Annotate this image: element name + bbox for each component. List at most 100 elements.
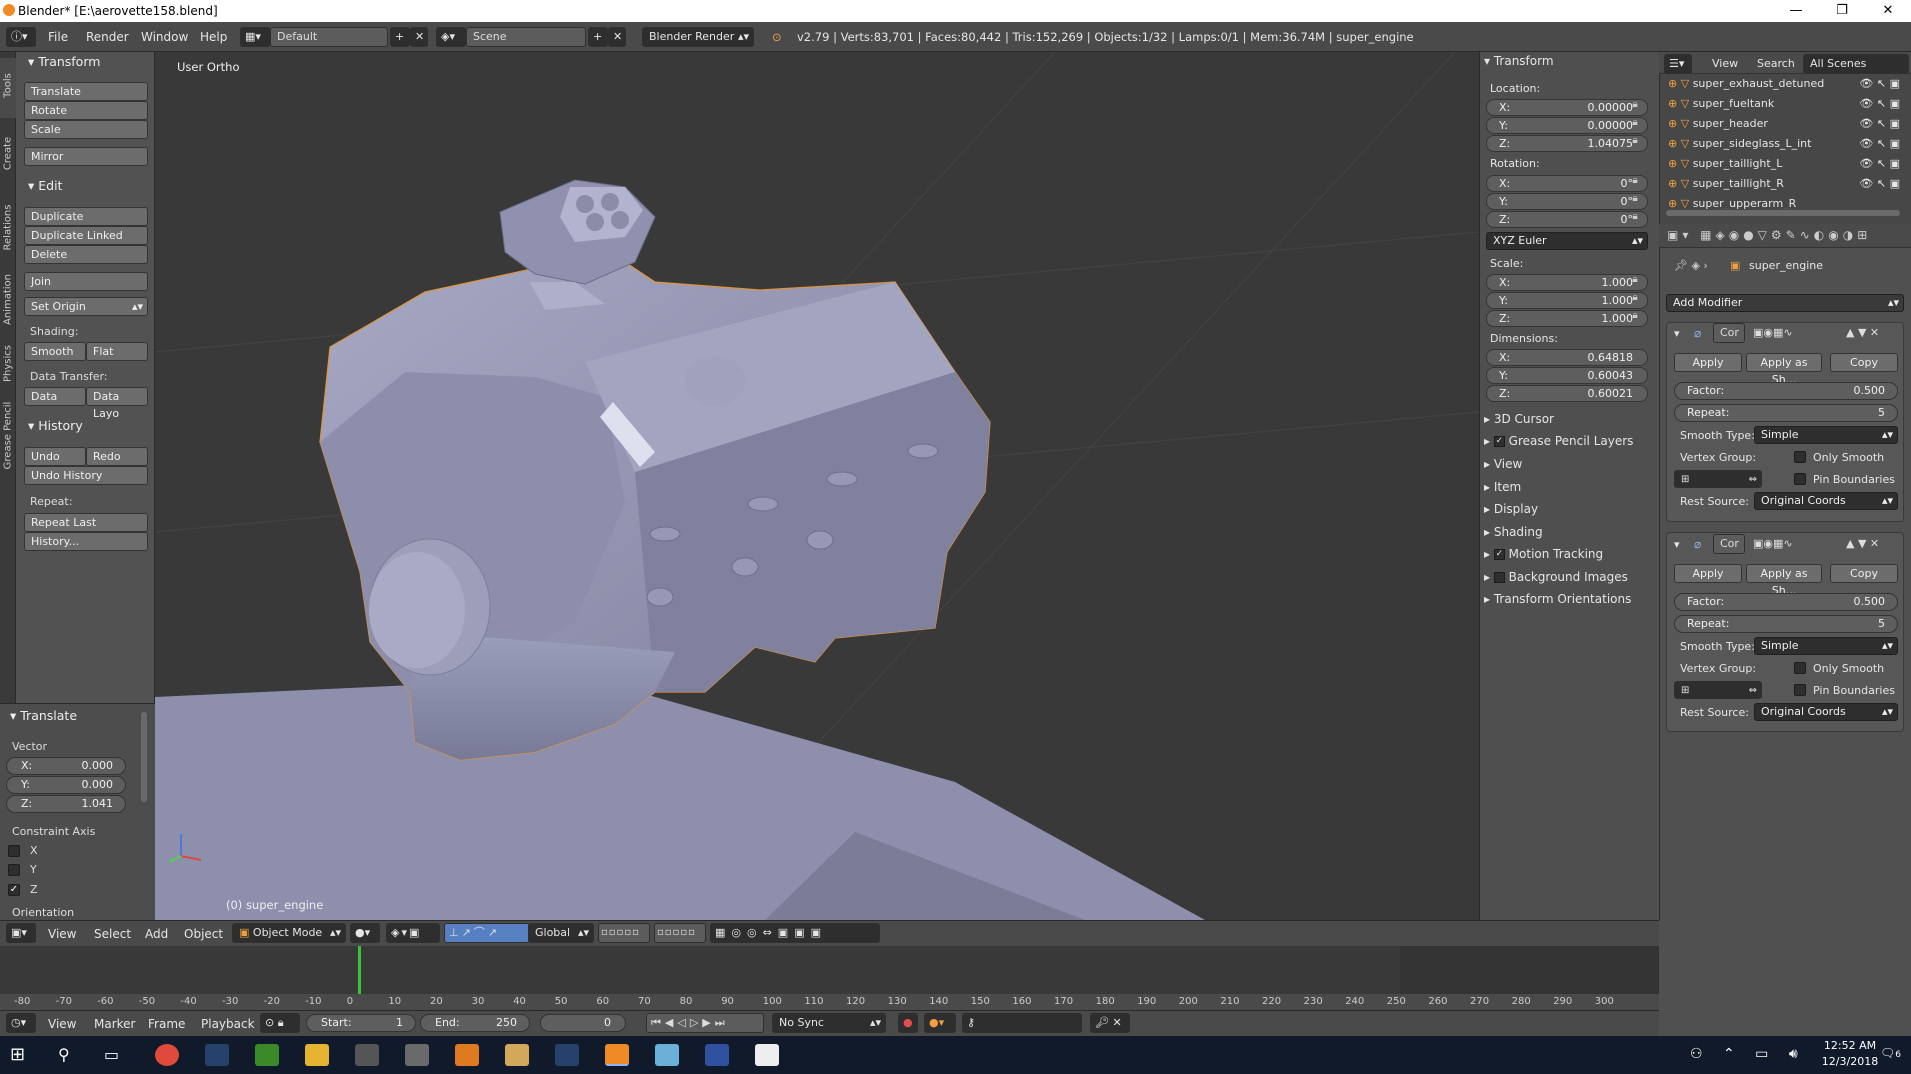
lock-scale-x-icon[interactable]: 🔒︎ (1625, 274, 1645, 291)
viewport-menu-select[interactable]: Select (94, 927, 131, 941)
section-grease-pencil-layers[interactable]: ▸ ✓ Grease Pencil Layers (1484, 434, 1633, 448)
edit-panel-header[interactable]: ▾ Edit (28, 178, 62, 193)
operator-z-field[interactable]: Z: 1.041 (6, 795, 126, 813)
outliner-item[interactable]: ⊕ ▽ super_fueltank 👁︎ ↖ ▣ (1668, 97, 1908, 116)
repeat-last-button[interactable]: Repeat Last (24, 513, 148, 532)
interaction-mode-dropdown[interactable]: ▣ Object Mode ▴▾ (232, 923, 346, 943)
rotation-x-field[interactable]: X: 0° (1486, 175, 1648, 192)
sync-mode-dropdown[interactable]: No Sync ▴▾ (772, 1013, 886, 1033)
clock-time[interactable]: 12:52 AM (1810, 1039, 1890, 1052)
task-view-icon[interactable]: ▭ (104, 1044, 128, 1066)
section-view[interactable]: ▸ View (1484, 457, 1522, 471)
section-3d-cursor[interactable]: ▸ 3D Cursor (1484, 412, 1554, 426)
outliner-editor-type-icon[interactable]: ☰▾ (1664, 54, 1692, 74)
modifier-1-rest-source-dropdown[interactable]: Original Coords ▴▾ (1754, 492, 1898, 510)
operator-y-field[interactable]: Y: 0.000 (6, 776, 126, 794)
modifier-1-apply-as-shape-button[interactable]: Apply as Sh... (1746, 353, 1822, 386)
modifier-2-only-smooth-checkbox[interactable] (1794, 662, 1806, 674)
record-button[interactable]: ● (898, 1013, 918, 1033)
translate-button[interactable]: Translate (24, 82, 148, 101)
outliner-search-menu[interactable]: Search (1757, 57, 1795, 70)
data-button[interactable]: Data (24, 387, 86, 406)
preview-range-icons[interactable]: ⊙ 🔒︎ (260, 1013, 300, 1033)
modifier-2-name-field[interactable]: Cor (1713, 534, 1745, 554)
screen-layout-icon[interactable]: ▦▾ (240, 27, 270, 47)
transform-panel-header[interactable]: ▾ Transform (28, 54, 100, 69)
menu-file[interactable]: File (48, 30, 68, 44)
dimensions-z-field[interactable]: Z: 0.60021 (1486, 385, 1648, 402)
modifier-2-smooth-type-dropdown[interactable]: Simple ▴▾ (1754, 637, 1898, 655)
modifier-2-visibility-icons[interactable]: ▣◉▦∿ (1753, 537, 1793, 550)
editor-type-info-icon[interactable]: ⓘ▾ (6, 27, 36, 47)
modifier-1-copy-button[interactable]: Copy (1830, 353, 1898, 372)
tab-tools[interactable]: Tools (0, 58, 16, 118)
modifier-1-repeat-field[interactable]: Repeat: 5 (1674, 404, 1898, 422)
modifier-2-copy-button[interactable]: Copy (1830, 564, 1898, 583)
outliner-view-menu[interactable]: View (1712, 57, 1738, 70)
section-shading[interactable]: ▸ Shading (1484, 525, 1543, 539)
menu-render[interactable]: Render (86, 30, 129, 44)
app-icon[interactable] (455, 1044, 479, 1066)
remove-screen-icon[interactable]: ✕ (410, 27, 428, 47)
maximize-button[interactable]: ❐ (1819, 0, 1865, 22)
current-frame-indicator[interactable] (358, 946, 361, 994)
history-button[interactable]: History... (24, 532, 148, 551)
modifier-2-apply-button[interactable]: Apply (1674, 564, 1742, 583)
lock-scale-y-icon[interactable]: 🔒︎ (1625, 292, 1645, 309)
section-motion-tracking[interactable]: ▸ ✓ Motion Tracking (1484, 547, 1603, 561)
modifier-1-smooth-type-dropdown[interactable]: Simple ▴▾ (1754, 426, 1898, 444)
section-display[interactable]: ▸ Display (1484, 502, 1538, 516)
outliner-item[interactable]: ⊕ ▽ super_taillight_R 👁︎ ↖ ▣ (1668, 177, 1908, 196)
rotation-z-field[interactable]: Z: 0° (1486, 211, 1648, 228)
system-tray-icons[interactable]: ⚇ ⌃ ▭ 🔊︎ (1690, 1046, 1806, 1062)
modifier-1-name-field[interactable]: Cor (1713, 323, 1745, 343)
app-icon[interactable] (355, 1044, 379, 1066)
lock-location-y-icon[interactable]: 🔒︎ (1625, 117, 1645, 134)
3d-viewport[interactable] (155, 52, 1479, 920)
tab-create[interactable]: Create (0, 120, 16, 192)
calculator-icon[interactable] (405, 1044, 429, 1066)
timeline-menu-view[interactable]: View (48, 1017, 76, 1031)
location-y-field[interactable]: Y: 0.00000 (1486, 117, 1648, 134)
location-x-field[interactable]: X: 0.00000 (1486, 99, 1648, 116)
modifier-1-vertex-group-field[interactable]: ⊞ ⇔ (1674, 470, 1762, 488)
history-panel-header[interactable]: ▾ History (28, 418, 83, 433)
outliner-item[interactable]: ⊕ ▽ super_exhaust_detuned 👁︎ ↖ ▣ (1668, 77, 1908, 96)
npanel-transform-header[interactable]: ▾ Transform (1484, 54, 1554, 68)
smooth-button[interactable]: Smooth (24, 342, 86, 361)
rotate-button[interactable]: Rotate (24, 101, 148, 120)
rotation-mode-dropdown[interactable]: XYZ Euler ▴▾ (1486, 232, 1648, 250)
add-modifier-dropdown[interactable]: Add Modifier ▴▾ (1666, 294, 1904, 312)
lock-rotation-z-icon[interactable]: 🔒︎ (1625, 211, 1645, 228)
outliner-item[interactable]: ⊕ ▽ super_sideglass_L_int 👁︎ ↖ ▣ (1668, 137, 1908, 156)
remove-scene-icon[interactable]: ✕ (608, 27, 626, 47)
undo-button[interactable]: Undo (24, 447, 86, 466)
modifier-1-apply-button[interactable]: Apply (1674, 353, 1742, 372)
modifier-1-collapse-icon[interactable]: ▾ (1674, 327, 1680, 340)
blender-taskbar-icon[interactable] (605, 1044, 629, 1066)
duplicate-button[interactable]: Duplicate (24, 207, 148, 226)
viewport-extra-icons[interactable]: ▦◎◎⇔▣▣▣ (710, 923, 880, 943)
keying-set-field[interactable]: ⚷ (962, 1013, 1082, 1033)
add-scene-icon[interactable]: + (588, 27, 608, 47)
lock-rotation-y-icon[interactable]: 🔒︎ (1625, 193, 1645, 210)
join-button[interactable]: Join (24, 272, 148, 291)
outliner-filter-dropdown[interactable]: All Scenes (1803, 54, 1909, 74)
modifier-1-visibility-icons[interactable]: ▣◉▦∿ (1753, 326, 1793, 339)
chrome-icon[interactable] (155, 1044, 179, 1066)
data-layout-button[interactable]: Data Layo (86, 387, 148, 420)
menu-window[interactable]: Window (141, 30, 188, 44)
modifier-2-vertex-group-field[interactable]: ⊞ ⇔ (1674, 681, 1762, 699)
close-button[interactable]: ✕ (1865, 0, 1911, 22)
dimensions-y-field[interactable]: Y: 0.60043 (1486, 367, 1648, 384)
constraint-z-checkbox[interactable]: ✓ (8, 884, 20, 896)
modifier-2-factor-field[interactable]: Factor: 0.500 (1674, 593, 1898, 611)
app-icon[interactable] (505, 1044, 529, 1066)
viewport-menu-view[interactable]: View (48, 927, 76, 941)
current-frame-field[interactable]: 0 (540, 1014, 626, 1032)
undo-history-button[interactable]: Undo History (24, 466, 148, 485)
viewport-menu-add[interactable]: Add (145, 927, 168, 941)
modifier-1-only-smooth-checkbox[interactable] (1794, 451, 1806, 463)
notepad-icon[interactable] (255, 1044, 279, 1066)
tab-relations[interactable]: Relations (0, 194, 16, 266)
